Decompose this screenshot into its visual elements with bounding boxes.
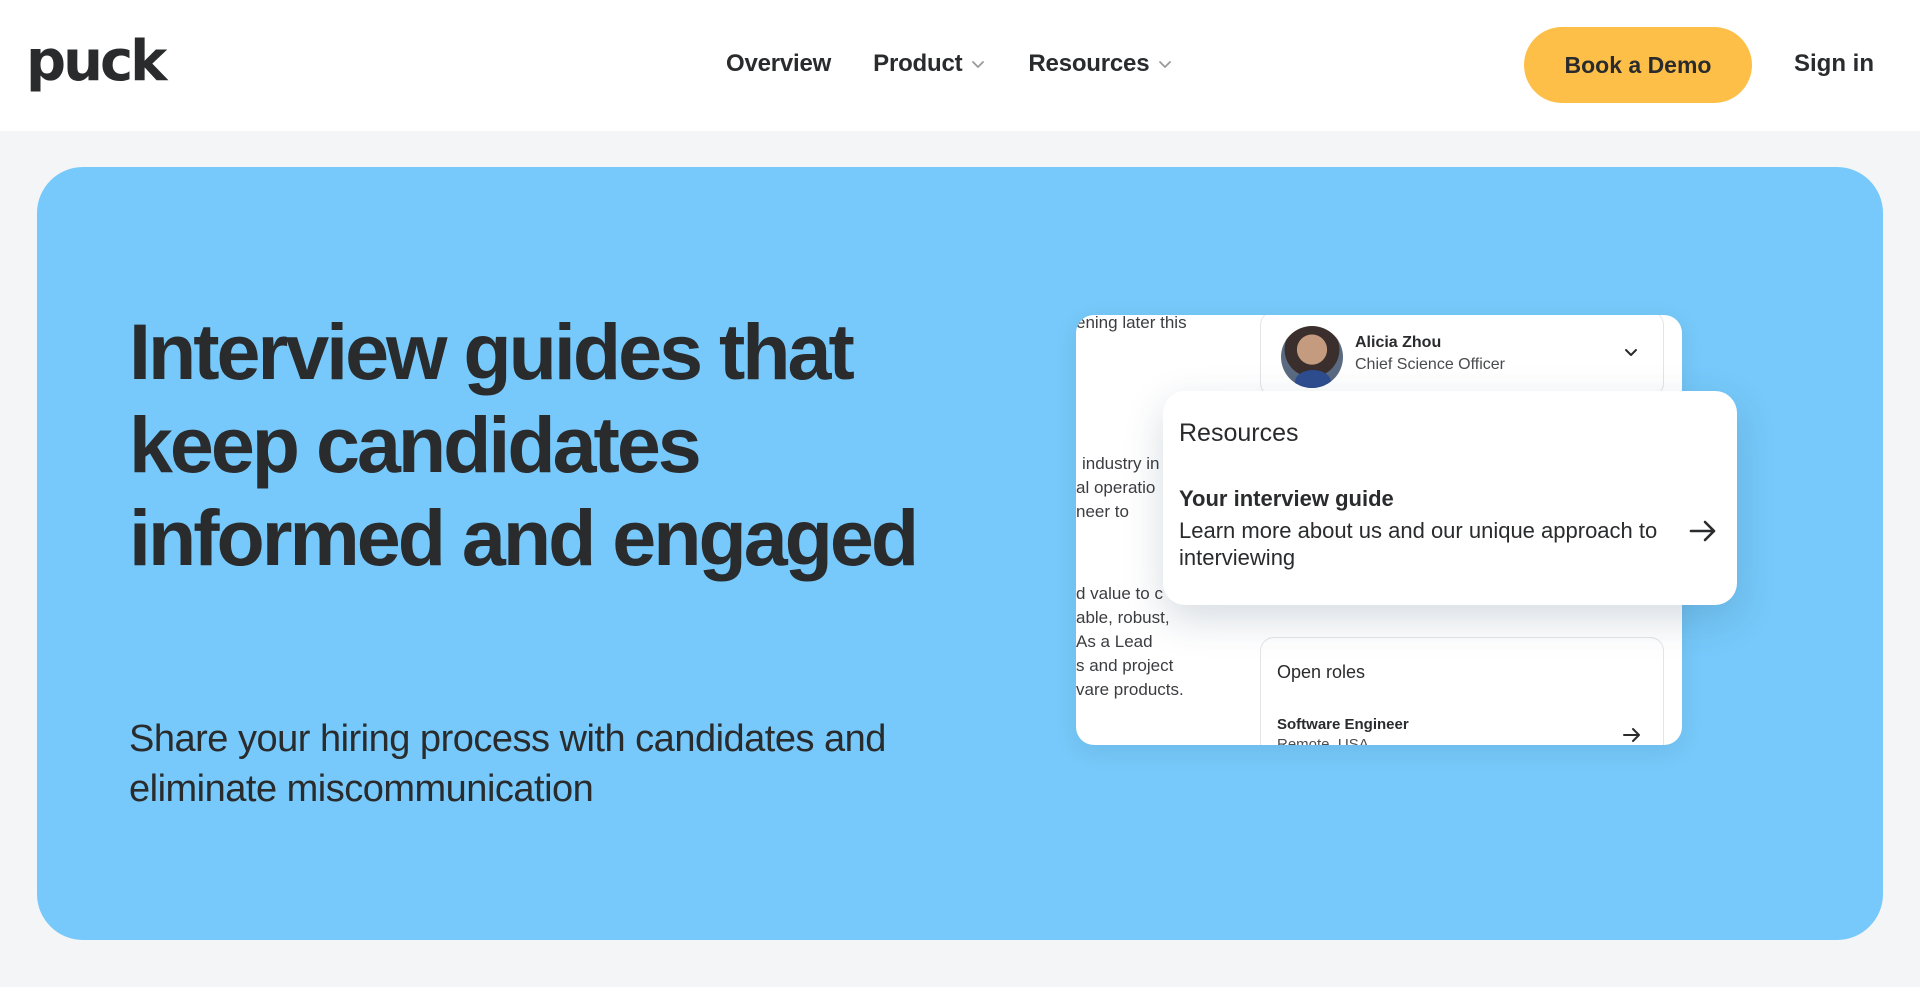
main-nav: Overview Product Resources <box>726 50 1215 78</box>
nav-product-label: Product <box>873 50 963 77</box>
chevron-down-icon <box>1159 61 1172 68</box>
role-location: Remote, USA <box>1277 736 1369 745</box>
mock-text-fragment: industry in <box>1082 454 1160 473</box>
mock-text-fragment: s and project <box>1076 656 1174 675</box>
open-roles-title: Open roles <box>1277 662 1366 682</box>
arrow-right-icon[interactable] <box>1621 724 1643 745</box>
nav-overview-label: Overview <box>726 50 832 77</box>
chevron-down-icon[interactable] <box>1621 342 1641 362</box>
mock-text-fragment: d value to c <box>1076 584 1163 603</box>
nav-resources-label: Resources <box>1028 50 1150 77</box>
hero-title: Interview guides that keep candidates in… <box>129 307 919 582</box>
profile-name: Alicia Zhou <box>1355 334 1442 351</box>
mock-text-fragment: As a Lead <box>1076 632 1153 651</box>
nav-product[interactable]: Product <box>873 50 986 78</box>
open-roles-card: Open roles Software Engineer Remote, USA <box>1260 637 1664 745</box>
mock-text-fragment: vare products. <box>1076 680 1184 699</box>
interview-guide-description: Learn more about us and our unique appro… <box>1179 518 1658 570</box>
popover-title: Resources <box>1179 419 1299 447</box>
mock-text-fragment: ening later this <box>1076 315 1187 332</box>
resources-popover: Resources Your interview guide Learn mor… <box>1163 391 1737 605</box>
book-demo-button[interactable]: Book a Demo <box>1524 27 1752 103</box>
role-name: Software Engineer <box>1277 716 1409 733</box>
interview-guide-title[interactable]: Your interview guide <box>1179 486 1394 512</box>
chevron-down-icon <box>972 61 985 68</box>
hero-subtitle: Share your hiring process with candidate… <box>129 718 886 810</box>
mock-text-fragment: neer to <box>1076 502 1129 521</box>
profile-card[interactable]: Alicia Zhou Chief Science Officer <box>1260 315 1664 397</box>
puck-logo[interactable]: puck <box>26 34 167 90</box>
profile-role: Chief Science Officer <box>1355 356 1505 373</box>
nav-resources[interactable]: Resources <box>1028 50 1173 78</box>
site-header: puck Overview Product Resources Book a D… <box>0 0 1920 131</box>
arrow-right-icon[interactable] <box>1687 515 1719 547</box>
sign-in-link[interactable]: Sign in <box>1794 50 1874 78</box>
hero-section: Interview guides that keep candidates in… <box>37 167 1883 940</box>
avatar <box>1281 326 1343 388</box>
mock-text-fragment: able, robust, <box>1076 608 1170 627</box>
mock-text-fragment: al operatio <box>1076 478 1156 497</box>
nav-overview[interactable]: Overview <box>726 50 831 78</box>
